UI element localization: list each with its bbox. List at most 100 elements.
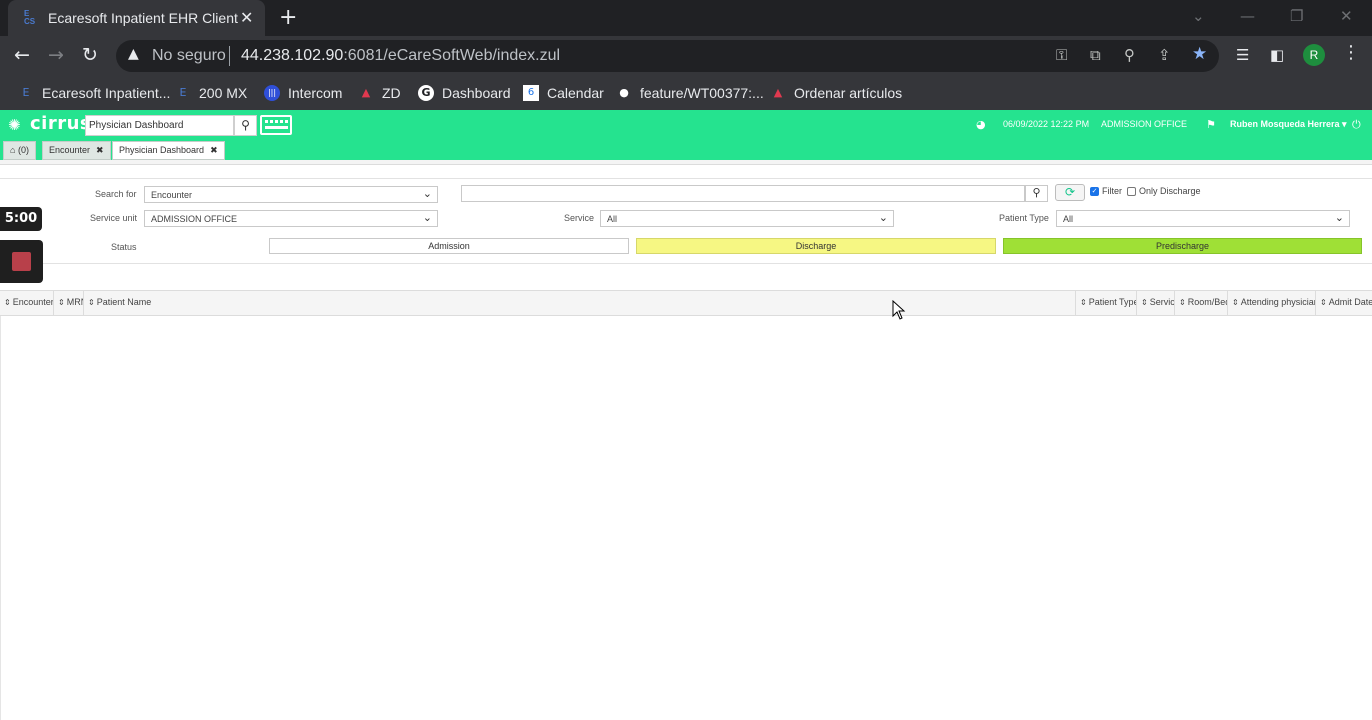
user-menu[interactable]: Ruben Mosqueda Herrera ▾ bbox=[1230, 119, 1347, 130]
predischarge-status-button[interactable]: Predischarge bbox=[1003, 238, 1362, 254]
bookmark-item[interactable]: E 200 MX bbox=[175, 82, 248, 104]
bookmark-item[interactable]: ||| Intercom bbox=[264, 82, 342, 104]
column-label: Patient Name bbox=[96, 297, 152, 307]
stop-recording-icon[interactable] bbox=[12, 252, 31, 271]
search-text-input[interactable] bbox=[461, 185, 1025, 202]
key-icon[interactable]: ⚿ bbox=[1056, 46, 1067, 64]
patient-type-value: All bbox=[1063, 214, 1074, 224]
column-label: MRN bbox=[66, 297, 83, 307]
sort-icon[interactable]: ⇕ bbox=[1141, 298, 1148, 307]
bookmark-star-icon[interactable]: ★ bbox=[1192, 44, 1207, 64]
profile-avatar[interactable]: R bbox=[1303, 44, 1325, 66]
warning-icon[interactable]: ▲ bbox=[128, 46, 139, 62]
search-icon[interactable]: ⚲ bbox=[1025, 185, 1048, 202]
app-search-input[interactable]: Physician Dashboard bbox=[85, 115, 234, 136]
bookmark-label: Intercom bbox=[288, 85, 343, 101]
refresh-icon[interactable]: ⟳ bbox=[1055, 184, 1085, 201]
bookmark-item[interactable]: ● feature/WT00377:... bbox=[616, 82, 764, 104]
column-header-admit-date[interactable]: ⇕ Admit Date bbox=[1316, 291, 1372, 315]
tab-physician-dashboard[interactable]: Physician Dashboard ✖ bbox=[112, 141, 225, 160]
side-panel-icon[interactable]: ◧ bbox=[1270, 46, 1284, 64]
ecaresoft-favicon-icon: E CS bbox=[24, 9, 36, 26]
sort-icon[interactable]: ⇕ bbox=[1080, 298, 1087, 307]
column-header-room-bed[interactable]: ⇕ Room/Bed bbox=[1175, 291, 1228, 315]
sort-icon[interactable]: ⇕ bbox=[88, 298, 95, 307]
cirrus-logo-icon: ✺ bbox=[8, 116, 21, 134]
flag-icon[interactable]: ⚑ bbox=[1206, 118, 1216, 131]
only-discharge-label: Only Discharge bbox=[1139, 186, 1201, 196]
calendar-icon: 6 bbox=[523, 85, 539, 101]
recording-timer: 5:00 bbox=[0, 207, 42, 231]
bookmark-label: feature/WT00377:... bbox=[640, 85, 764, 101]
media-queue-icon[interactable]: ☰ bbox=[1236, 46, 1249, 64]
back-arrow-icon[interactable]: ← bbox=[14, 44, 30, 66]
column-header-mrn[interactable]: ⇕MRN bbox=[54, 291, 84, 315]
forward-arrow-icon[interactable]: → bbox=[48, 44, 64, 66]
column-label: Patient Type bbox=[1088, 297, 1137, 307]
sort-icon[interactable]: ⇕ bbox=[1232, 298, 1239, 307]
column-header-patient-name[interactable]: ⇕ Patient Name bbox=[84, 291, 1076, 315]
service-select[interactable]: All ⌄ bbox=[600, 210, 894, 227]
recorder-panel bbox=[0, 240, 43, 283]
reload-icon[interactable]: ↻ bbox=[82, 44, 98, 66]
sort-icon[interactable]: ⇕ bbox=[4, 298, 11, 307]
sort-icon[interactable]: ⇕ bbox=[1179, 298, 1186, 307]
patient-type-select[interactable]: All ⌄ bbox=[1056, 210, 1350, 227]
security-label[interactable]: No seguro bbox=[152, 47, 226, 65]
bookmark-item[interactable]: 6 Calendar bbox=[523, 82, 604, 104]
ecaresoft-icon: E bbox=[22, 86, 30, 99]
sort-icon[interactable]: ⇕ bbox=[1320, 298, 1327, 307]
minimize-icon[interactable]: — bbox=[1240, 7, 1255, 25]
column-header-patient-type[interactable]: ⇕ Patient Type bbox=[1076, 291, 1137, 315]
tab-close-icon[interactable]: ✖ bbox=[96, 146, 104, 156]
power-icon[interactable]: ⏻ bbox=[1352, 118, 1361, 132]
window-close-icon[interactable]: ✕ bbox=[1340, 7, 1353, 25]
checkbox-icon[interactable] bbox=[1127, 186, 1136, 196]
search-icon[interactable]: ⚲ bbox=[234, 115, 257, 136]
bookmark-item[interactable]: ▲ ZD bbox=[358, 82, 401, 104]
share-icon[interactable]: ⇪ bbox=[1158, 46, 1171, 64]
clock-icon: ◕ bbox=[976, 118, 986, 131]
filter-checkbox[interactable]: ✓ Filter bbox=[1090, 186, 1122, 196]
tab-home[interactable]: ⌂ (0) bbox=[3, 141, 36, 160]
browser-tab-active[interactable]: E CS Ecaresoft Inpatient EHR Client ✕ bbox=[8, 0, 265, 36]
header-office[interactable]: ADMISSION OFFICE bbox=[1101, 119, 1187, 129]
tab-close-icon[interactable]: ✖ bbox=[210, 146, 218, 156]
column-header-service[interactable]: ⇕Service bbox=[1137, 291, 1175, 315]
discharge-status-button[interactable]: Discharge bbox=[636, 238, 996, 254]
column-label: Room/Bed bbox=[1187, 297, 1228, 307]
chevron-down-icon[interactable]: ⌄ bbox=[1192, 7, 1205, 25]
search-for-select[interactable]: Encounter ⌄ bbox=[144, 186, 438, 203]
address-bar[interactable]: ▲ No seguro 44.238.102.90:6081/eCareSoft… bbox=[116, 40, 1219, 72]
keyboard-icon[interactable] bbox=[260, 115, 292, 135]
bookmark-label: Ordenar artículos bbox=[794, 85, 903, 101]
new-tab-button[interactable]: + bbox=[279, 5, 297, 30]
column-label: Encounter bbox=[12, 297, 54, 307]
column-header-encounter[interactable]: ⇕ Encounter bbox=[0, 291, 54, 315]
google-icon: G bbox=[418, 85, 434, 101]
service-unit-select[interactable]: ADMISSION OFFICE ⌄ bbox=[144, 210, 438, 227]
grid-body bbox=[0, 316, 1, 720]
translate-icon[interactable]: ⧉ bbox=[1090, 46, 1101, 64]
bookmark-item[interactable]: G Dashboard bbox=[418, 82, 511, 104]
patient-type-label: Patient Type bbox=[999, 213, 1049, 223]
bookmark-item[interactable]: ▲ Ordenar artículos bbox=[770, 82, 902, 104]
url-text[interactable]: 44.238.102.90:6081/eCareSoftWeb/index.zu… bbox=[241, 47, 560, 65]
restore-icon[interactable]: ❐ bbox=[1290, 7, 1303, 25]
checkbox-checked-icon[interactable]: ✓ bbox=[1090, 186, 1099, 196]
tab-close-icon[interactable]: ✕ bbox=[240, 8, 253, 27]
more-menu-icon[interactable]: ⋮ bbox=[1342, 42, 1360, 63]
zoom-icon[interactable]: ⚲ bbox=[1124, 46, 1135, 64]
only-discharge-checkbox[interactable]: Only Discharge bbox=[1127, 186, 1201, 196]
tab-encounter[interactable]: Encounter ✖ bbox=[42, 141, 111, 160]
admission-status-button[interactable]: Admission bbox=[269, 238, 629, 254]
address-divider bbox=[229, 46, 230, 66]
chevron-down-icon: ⌄ bbox=[422, 187, 432, 200]
search-for-label: Search for bbox=[95, 189, 137, 199]
url-path: :6081/eCareSoftWeb/index.zul bbox=[343, 47, 561, 64]
sort-icon[interactable]: ⇕ bbox=[58, 298, 65, 307]
bookmark-label: Dashboard bbox=[442, 85, 511, 101]
app-logo[interactable]: cirrus bbox=[30, 113, 91, 134]
column-header-attending-physician[interactable]: ⇕ Attending physician bbox=[1228, 291, 1316, 315]
bookmark-item[interactable]: E Ecaresoft Inpatient... bbox=[18, 82, 171, 104]
